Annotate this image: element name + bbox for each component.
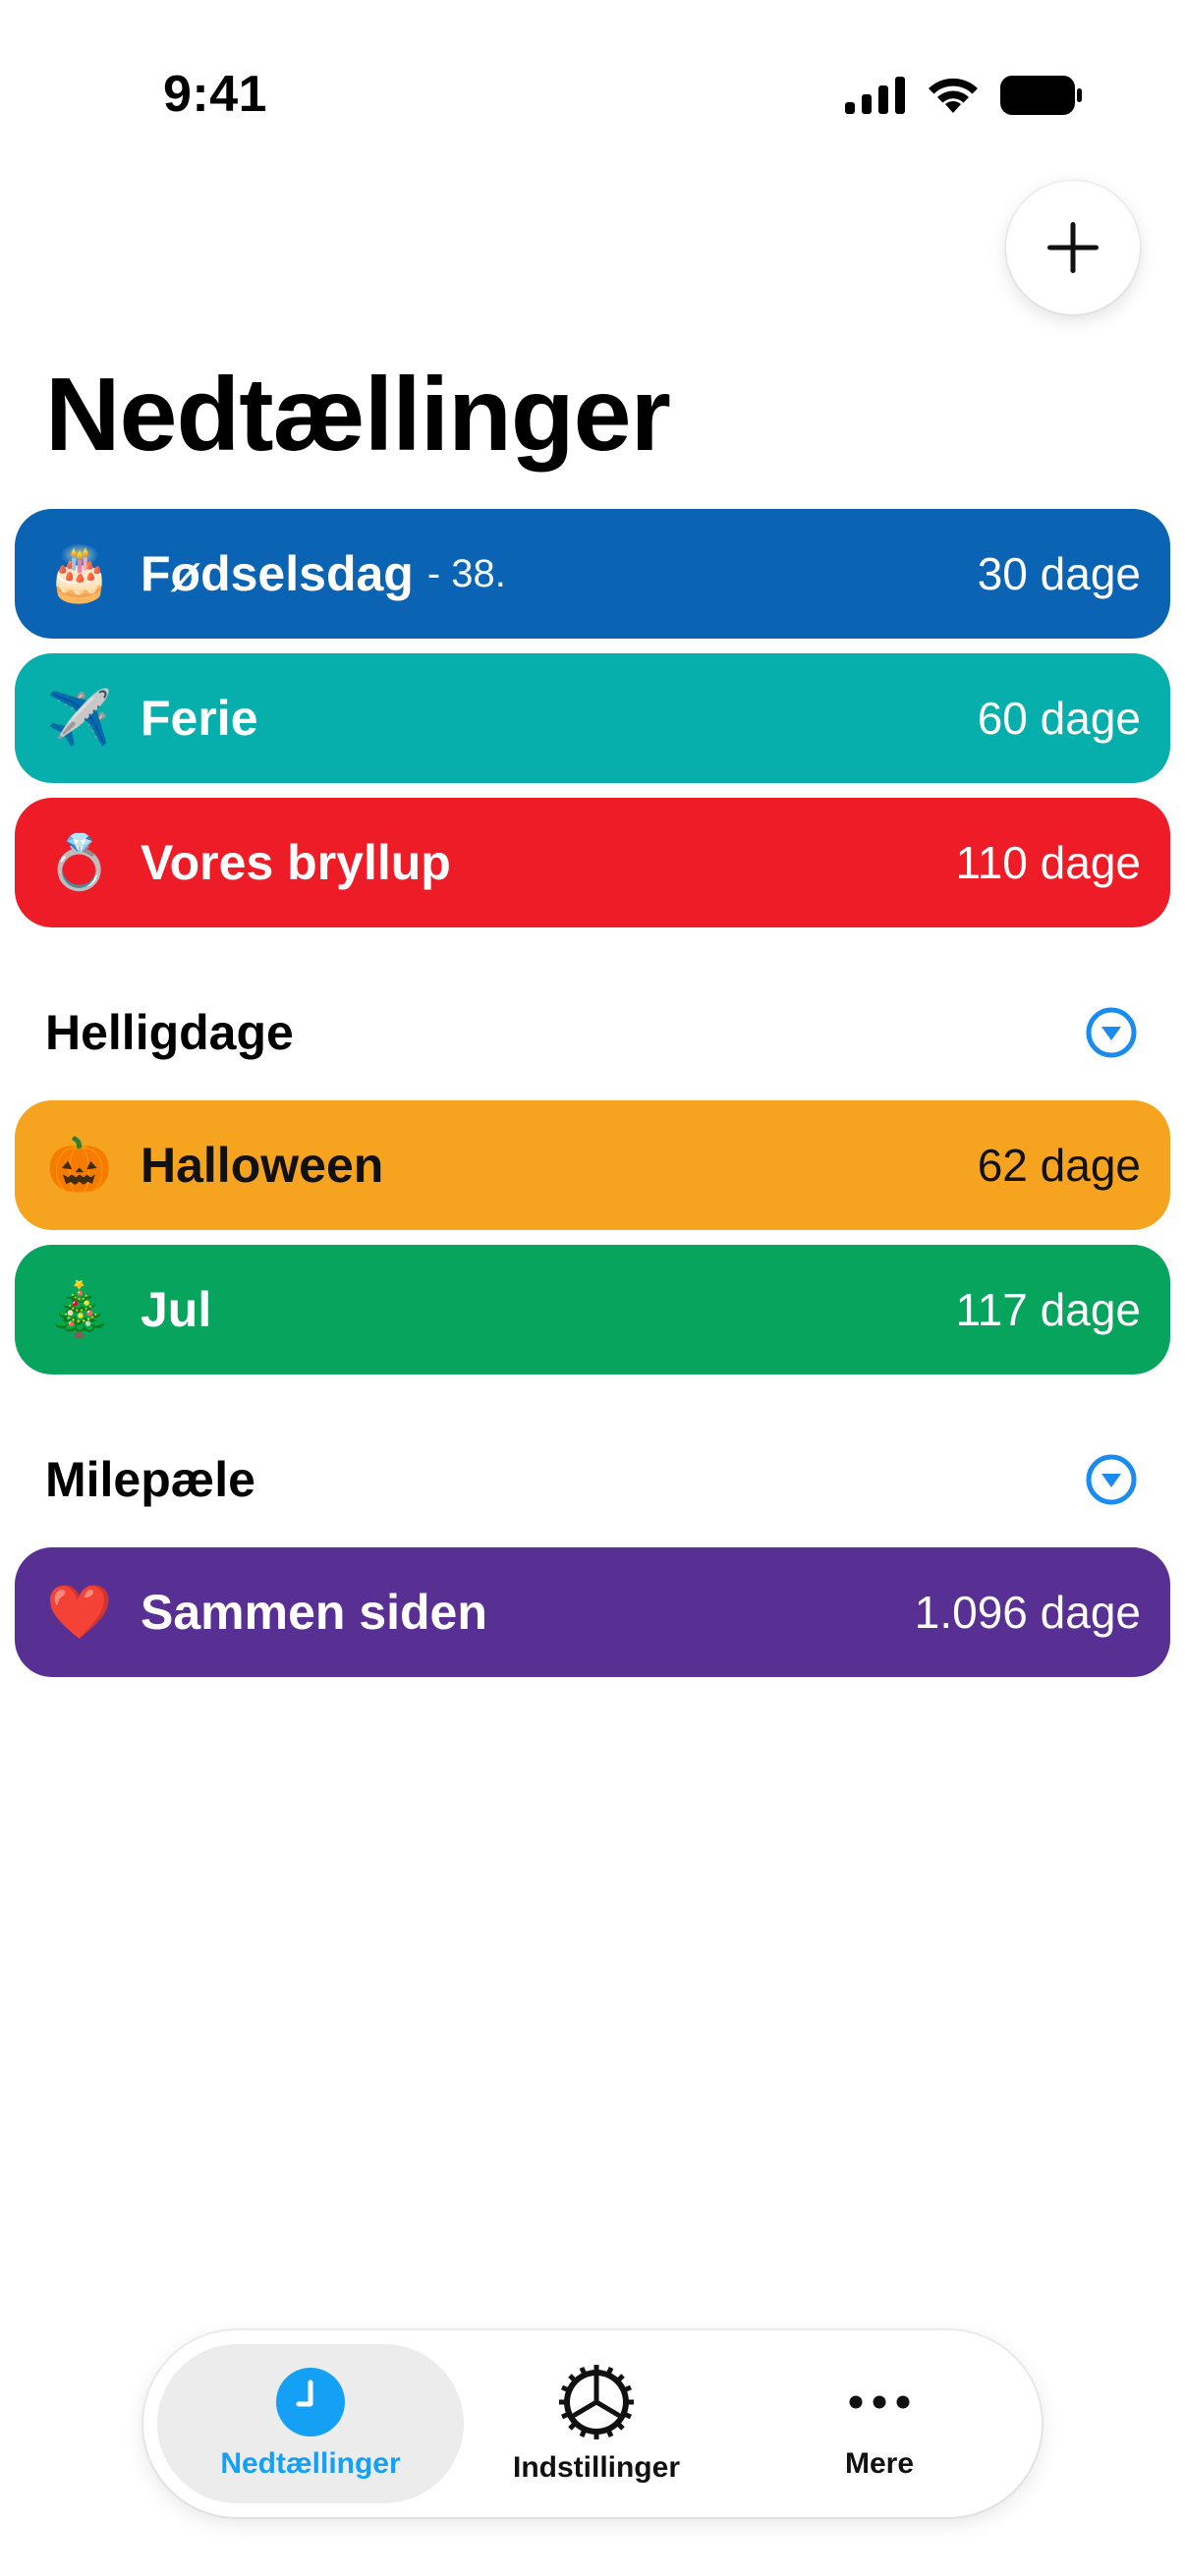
clock-icon [276, 2368, 345, 2436]
countdown-row-christmas[interactable]: 🎄 Jul 117 dage [15, 1245, 1170, 1374]
countdown-age: - 38. [426, 551, 506, 595]
countdown-name: Jul [141, 1282, 212, 1337]
battery-icon [1000, 76, 1082, 115]
countdown-name: Fødselsdag [141, 546, 414, 601]
wifi-icon [929, 78, 978, 113]
birthday-cake-icon: 🎂 [46, 543, 113, 603]
countdown-row-halloween[interactable]: 🎃 Halloween 62 dage [15, 1100, 1170, 1230]
christmas-tree-icon: 🎄 [46, 1279, 113, 1339]
countdown-row-birthday[interactable]: 🎂 Fødselsdag - 38. 30 dage [15, 509, 1170, 639]
tab-label: Indstillinger [512, 2451, 680, 2484]
milestones-toggle-button[interactable] [1085, 1453, 1138, 1506]
chevron-down-circle-icon [1086, 1007, 1137, 1058]
section-title-milestones: Milepæle [45, 1452, 255, 1507]
cellular-signal-icon [845, 77, 905, 114]
countdown-name: Ferie [141, 691, 258, 746]
countdown-name: Halloween [141, 1138, 384, 1193]
tab-bar: Nedtællinger Indstillinger Mere [143, 2330, 1042, 2517]
countdown-row-vacation[interactable]: ✈️ Ferie 60 dage [15, 653, 1170, 783]
countdown-days: 117 dage [955, 1284, 1141, 1335]
tab-more[interactable]: Mere [737, 2330, 1022, 2517]
status-time: 9:41 [163, 66, 268, 123]
ring-icon: 💍 [46, 832, 113, 892]
tab-settings[interactable]: Indstillinger [454, 2330, 739, 2517]
countdown-days: 1.096 dage [914, 1587, 1141, 1638]
pumpkin-icon: 🎃 [46, 1135, 113, 1195]
countdown-name: Vores bryllup [141, 835, 451, 890]
tab-label: Mere [844, 2447, 915, 2480]
countdown-name: Sammen siden [141, 1585, 487, 1640]
plus-icon [1047, 222, 1099, 273]
page-title: Nedtællinger [45, 357, 671, 473]
more-icon [849, 2395, 910, 2409]
tab-countdowns[interactable]: Nedtællinger [157, 2330, 464, 2517]
airplane-icon: ✈️ [46, 688, 113, 748]
countdown-days: 30 dage [977, 548, 1141, 599]
section-title-holidays: Helligdage [45, 1005, 294, 1060]
countdown-row-together[interactable]: ❤️ Sammen siden 1.096 dage [15, 1547, 1170, 1677]
chevron-down-circle-icon [1086, 1454, 1137, 1505]
status-icons [845, 73, 1083, 118]
countdown-days: 60 dage [977, 693, 1141, 744]
countdown-days: 62 dage [977, 1140, 1141, 1191]
countdown-days: 110 dage [955, 837, 1141, 888]
add-countdown-button[interactable] [1006, 181, 1140, 314]
holidays-toggle-button[interactable] [1085, 1006, 1138, 1059]
gear-icon [559, 2365, 634, 2439]
heart-icon: ❤️ [46, 1582, 113, 1642]
countdowns-screen: 9:41 Nedtællinger 🎂 Fødselsdag - 38. 30 [0, 0, 1185, 2576]
tab-label: Nedtællinger [220, 2447, 401, 2480]
countdown-row-wedding[interactable]: 💍 Vores bryllup 110 dage [15, 798, 1170, 927]
